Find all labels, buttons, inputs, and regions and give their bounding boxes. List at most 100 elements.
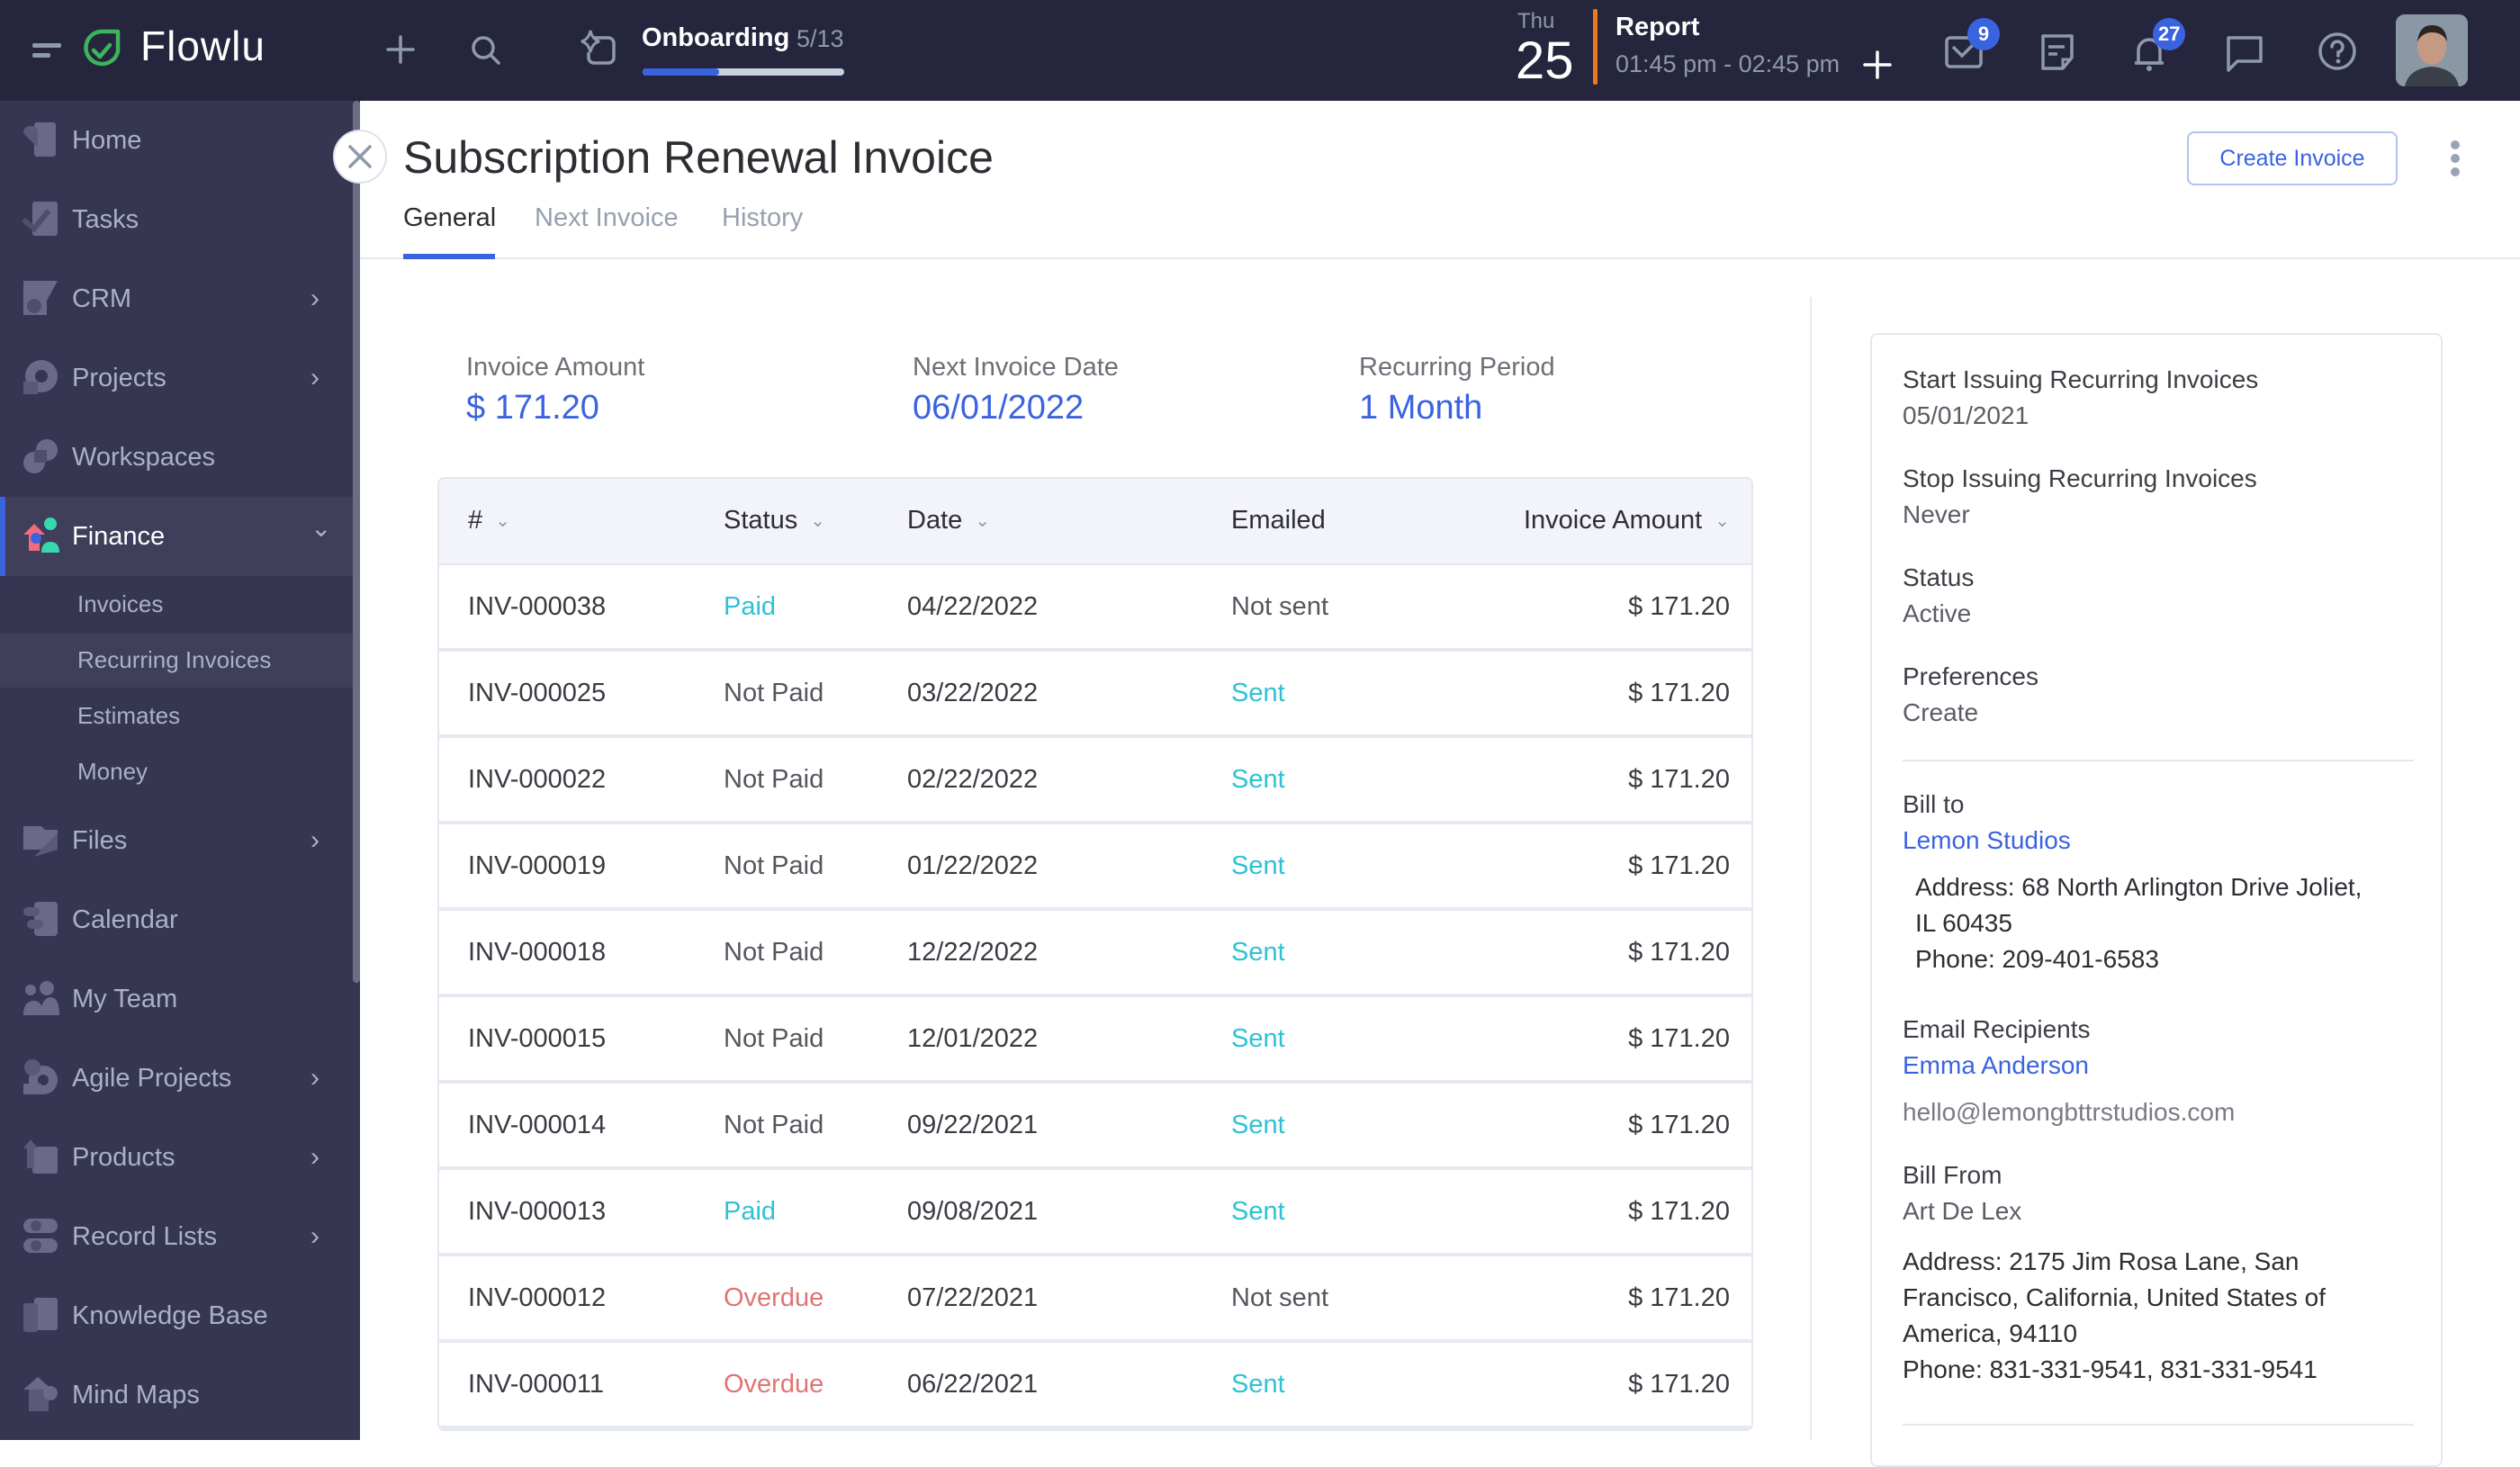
table-row[interactable]: INV-000038 Paid 04/22/2022 Not sent $ 171.20 [439, 565, 1751, 652]
sidebar-item-home[interactable]: Home [0, 101, 353, 180]
table-row[interactable]: INV-000019 Not Paid 01/22/2022 Sent $ 171.20 [439, 824, 1751, 911]
invoice-number-cell[interactable]: INV-000018 [468, 938, 606, 968]
bill-to-phone: Phone: 209-401-6583 [1915, 945, 2159, 973]
onboarding-icon[interactable] [576, 27, 619, 68]
email-recipient-link[interactable]: Emma Anderson [1903, 1051, 2089, 1080]
user-avatar[interactable] [2396, 14, 2468, 86]
invoice-number-cell[interactable]: INV-000014 [468, 1111, 606, 1140]
sidebar-item-record-lists[interactable]: Record Lists › [0, 1197, 353, 1276]
emailed-cell: Sent [1231, 1197, 1285, 1226]
table-row[interactable]: INV-000014 Not Paid 09/22/2021 Sent $ 171.20 [439, 1084, 1751, 1170]
close-button[interactable] [333, 130, 387, 184]
sidebar-item-files[interactable]: Files › [0, 801, 353, 880]
sidebar-subitem-invoices[interactable]: Invoices [0, 578, 353, 632]
sidebar-item-finance[interactable]: Finance ⌄ [0, 497, 353, 576]
sidebar-item-knowledge-base[interactable]: Knowledge Base [0, 1276, 353, 1355]
invoice-number-cell[interactable]: INV-000012 [468, 1283, 606, 1313]
details-separator [1903, 760, 2414, 761]
sidebar-scrollbar[interactable] [353, 101, 360, 983]
sidebar-item-projects[interactable]: Projects › [0, 338, 353, 418]
notifications-badge: 27 [2153, 18, 2186, 50]
table-row[interactable]: INV-000013 Paid 09/08/2021 Sent $ 171.20 [439, 1170, 1751, 1256]
emailed-cell: Not sent [1231, 1283, 1328, 1312]
emailed-cell: Not sent [1231, 592, 1328, 621]
chat-icon[interactable] [2225, 34, 2264, 74]
agile-icon [23, 1059, 58, 1094]
column-header-number[interactable]: # ⌄ [468, 506, 510, 536]
add-event-icon[interactable] [1863, 50, 1892, 79]
sidebar-item-label: Calendar [72, 904, 178, 934]
sidebar-item-crm[interactable]: CRM › [0, 259, 353, 338]
table-row[interactable]: INV-000025 Not Paid 03/22/2022 Sent $ 171.20 [439, 652, 1751, 738]
invoice-number-cell[interactable]: INV-000038 [468, 592, 606, 622]
sidebar-subitem-recurring-invoices[interactable]: Recurring Invoices [0, 634, 353, 688]
calendar-day[interactable]: 25 [1516, 31, 1574, 91]
tab-next-invoice[interactable]: Next Invoice [535, 203, 679, 233]
sidebar-item-mind-maps[interactable]: Mind Maps [0, 1355, 353, 1435]
add-icon[interactable] [385, 34, 416, 65]
crm-icon [23, 281, 58, 315]
column-header-date[interactable]: Date ⌄ [907, 506, 990, 536]
table-row[interactable]: INV-000018 Not Paid 12/22/2022 Sent $ 171.20 [439, 911, 1751, 997]
invoice-number-cell[interactable]: INV-000015 [468, 1024, 606, 1054]
table-row[interactable]: INV-000015 Not Paid 12/01/2022 Sent $ 171.20 [439, 997, 1751, 1084]
notes-icon[interactable] [2038, 32, 2077, 72]
onboarding-title[interactable]: Onboarding [642, 23, 789, 53]
sidebar-item-tasks[interactable]: Tasks [0, 180, 353, 259]
tab-history[interactable]: History [722, 203, 803, 233]
create-invoice-button[interactable]: Create Invoice [2187, 131, 2398, 185]
amount-cell: $ 171.20 [1628, 851, 1730, 880]
sidebar-item-agile-projects[interactable]: Agile Projects › [0, 1039, 353, 1118]
date-cell: 01/22/2022 [907, 851, 1039, 880]
table-row[interactable]: INV-000012 Overdue 07/22/2021 Not sent $ 171… [439, 1256, 1751, 1343]
chevron-down-icon: ⌄ [975, 511, 991, 531]
status-value: Active [1903, 599, 1972, 627]
start-issuing-value: 05/01/2021 [1903, 401, 2030, 429]
chevron-down-icon: ⌄ [1714, 511, 1730, 531]
bill-to-address-line-2: IL 60435 [1915, 909, 2012, 937]
help-icon[interactable] [2317, 31, 2358, 72]
sidebar-item-label: Agile Projects [72, 1063, 232, 1093]
preferences-value: Create [1903, 698, 1979, 726]
sidebar-subitem-estimates[interactable]: Estimates [0, 689, 353, 743]
products-icon [23, 1139, 58, 1174]
bill-to-company-link[interactable]: Lemon Studios [1903, 826, 2071, 855]
emailed-cell: Sent [1231, 1111, 1285, 1139]
tab-general[interactable]: General [403, 203, 496, 233]
sidebar-item-calendar[interactable]: Calendar [0, 880, 353, 959]
column-header-invoice-amount[interactable]: Invoice Amount ⌄ [1524, 506, 1730, 536]
sidebar-item-my-team[interactable]: My Team [0, 959, 353, 1039]
table-row[interactable]: INV-000011 Overdue 06/22/2021 Sent $ 171.20 [439, 1343, 1751, 1429]
mail-badge: 9 [1967, 18, 2000, 50]
menu-toggle-icon[interactable] [32, 41, 63, 59]
chevron-down-icon: ⌄ [810, 511, 825, 531]
sidebar-item-products[interactable]: Products › [0, 1118, 353, 1197]
sidebar-item-workspaces[interactable]: Workspaces [0, 418, 353, 497]
invoice-number-cell[interactable]: INV-000013 [468, 1197, 606, 1227]
bill-from-address-line-2: Francisco, California, United States of [1903, 1283, 2326, 1311]
column-header-status[interactable]: Status ⌄ [724, 506, 825, 536]
invoice-number-cell[interactable]: INV-000019 [468, 851, 606, 881]
event-title[interactable]: Report [1616, 13, 1699, 42]
search-icon[interactable] [470, 34, 502, 67]
sidebar-subitem-money[interactable]: Money [0, 745, 353, 799]
brand-name[interactable]: Flowlu [140, 22, 266, 70]
invoice-number-cell[interactable]: INV-000011 [468, 1370, 604, 1400]
files-icon [23, 826, 58, 857]
onboarding-progress-fill [643, 68, 720, 76]
sidebar-item-label: Record Lists [72, 1221, 218, 1251]
sidebar-subitem-label: Money [77, 758, 148, 785]
sidebar-item-label: Knowledge Base [72, 1300, 268, 1330]
recurring-period-value: 1 Month [1359, 389, 1483, 427]
amount-cell: $ 171.20 [1628, 592, 1730, 621]
invoice-number-cell[interactable]: INV-000022 [468, 765, 606, 795]
onboarding-count: 5/13 [796, 25, 844, 52]
invoice-number-cell[interactable]: INV-000025 [468, 679, 606, 708]
next-invoice-date-label: Next Invoice Date [913, 353, 1119, 382]
date-cell: 12/22/2022 [907, 938, 1039, 967]
table-row[interactable]: INV-000022 Not Paid 02/22/2022 Sent $ 171.20 [439, 738, 1751, 824]
more-options-icon[interactable] [2443, 140, 2468, 176]
column-header-emailed[interactable]: Emailed [1231, 506, 1326, 536]
status-cell: Paid [724, 592, 777, 621]
date-cell: 03/22/2022 [907, 679, 1039, 707]
